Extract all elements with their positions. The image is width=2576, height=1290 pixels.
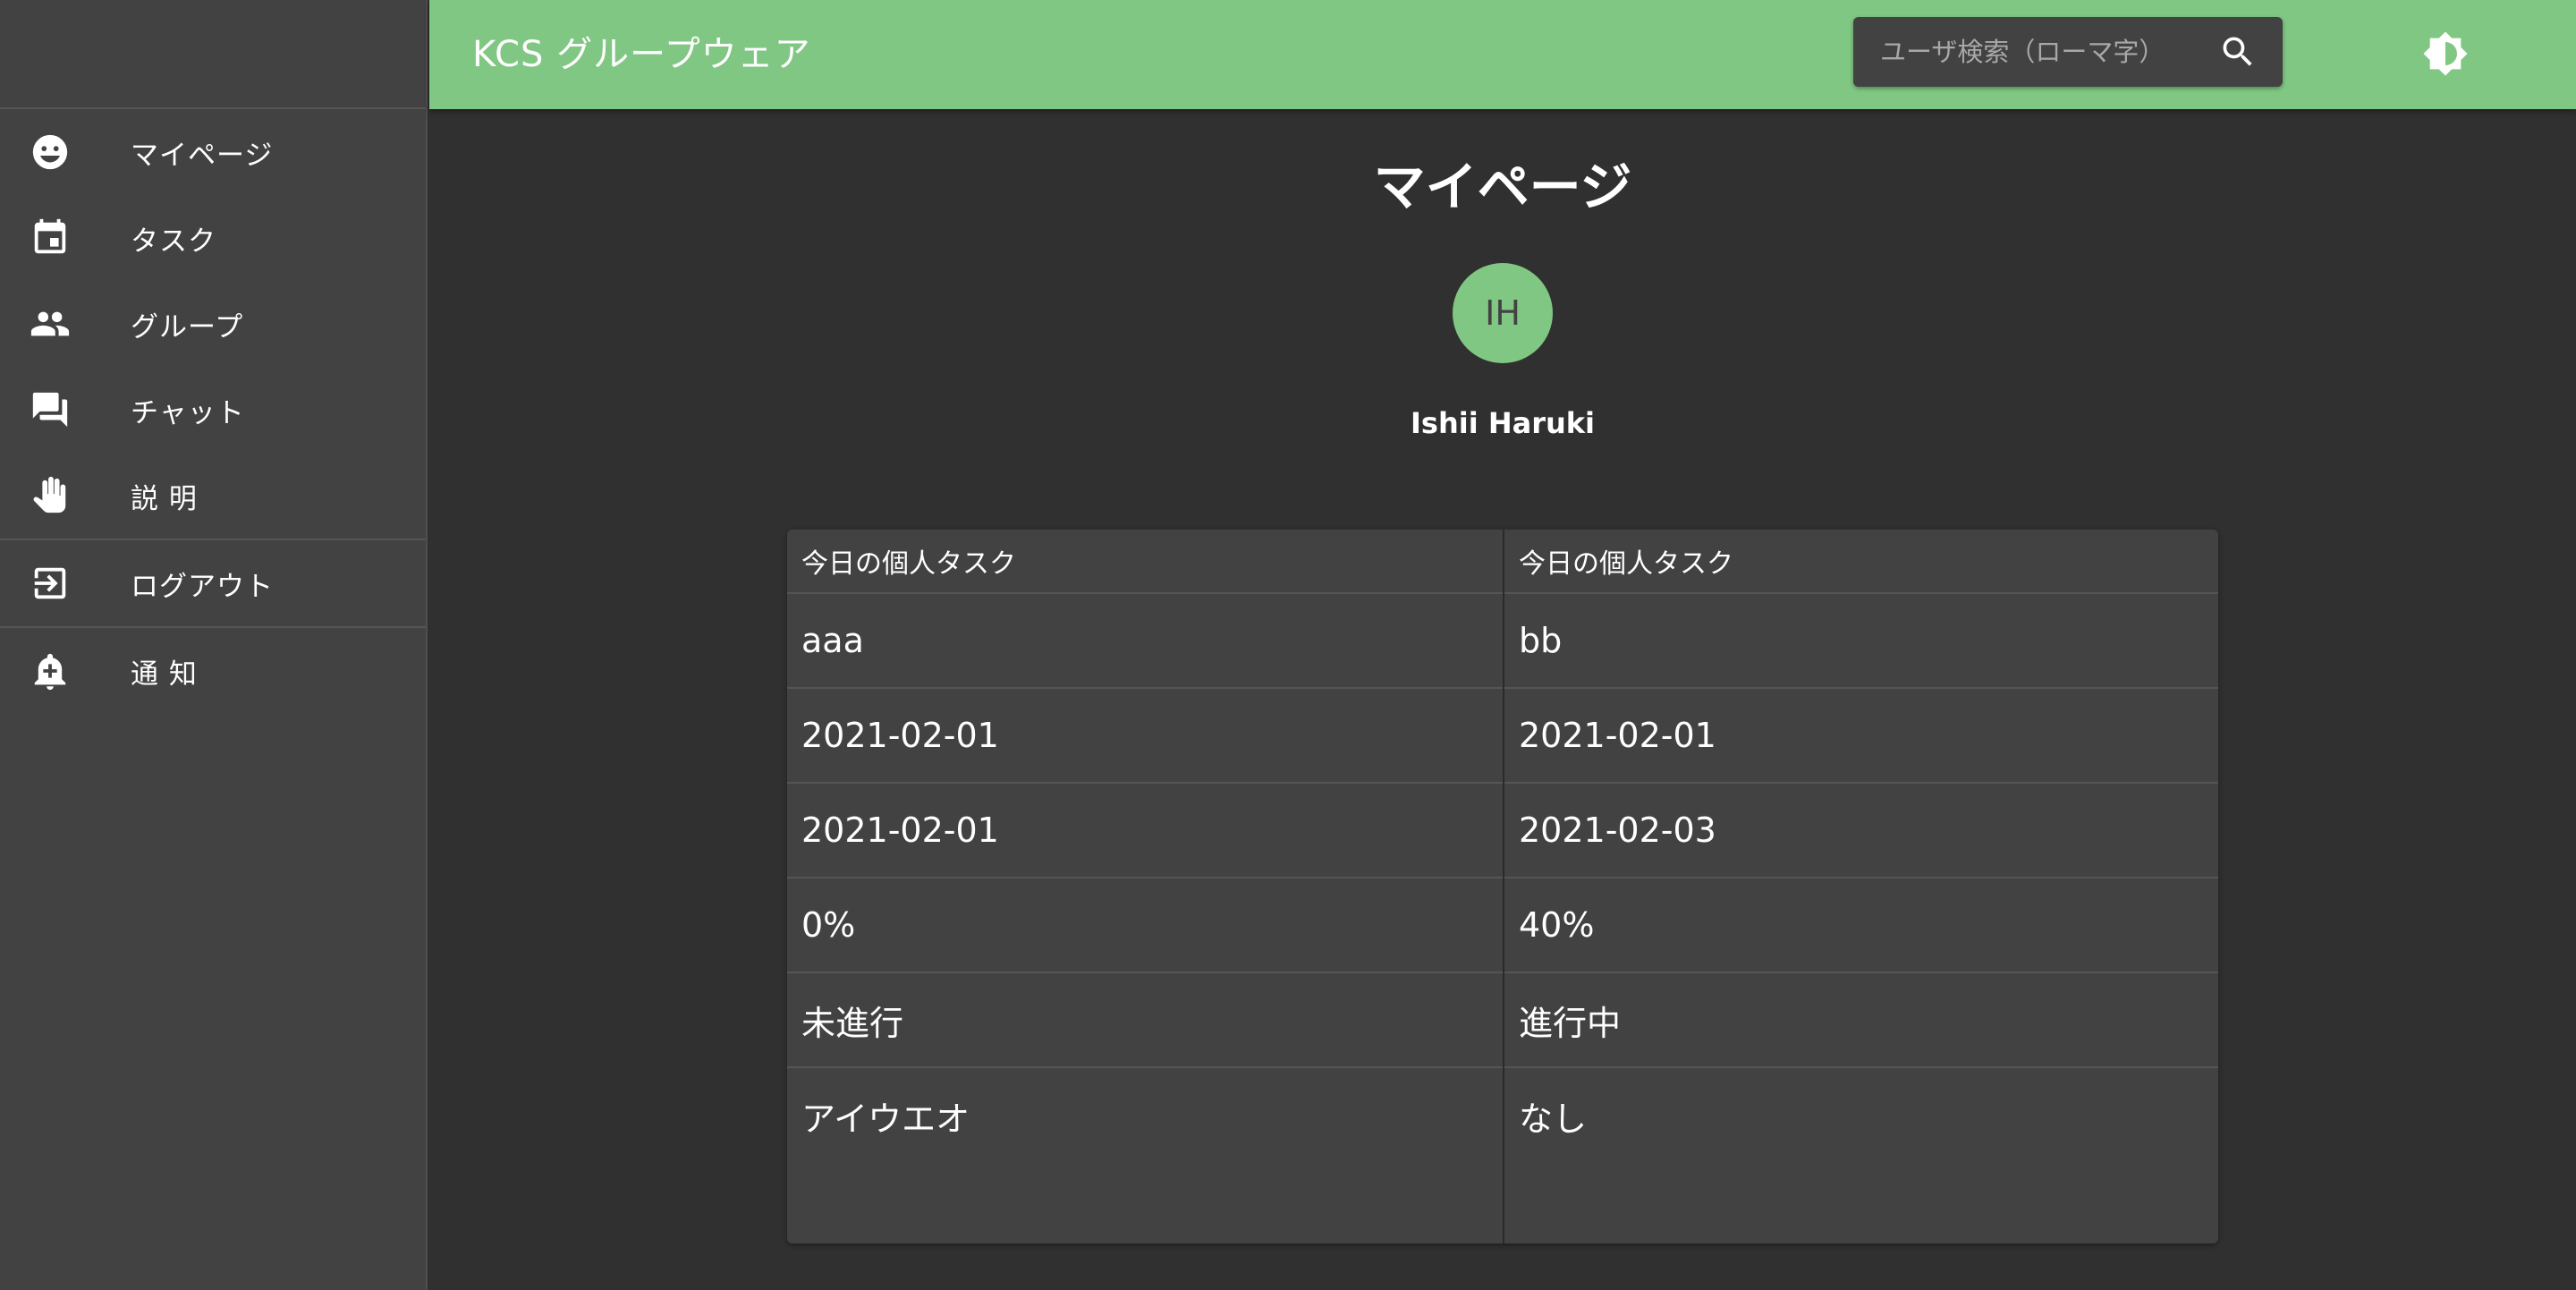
sidebar-item-notification[interactable]: 通 知	[0, 628, 426, 714]
sidebar-item-label: グループ	[131, 310, 244, 344]
task-end-date: 2021-02-03	[1504, 784, 2218, 878]
calendar-event-icon	[29, 216, 72, 259]
logout-icon	[29, 562, 72, 605]
sidebar-item-label: チャット	[131, 396, 245, 429]
today-task-table: 今日の個人タスク aaa 2021-02-01 2021-02-01 0% 未進…	[787, 530, 2218, 1243]
sidebar-item-mypage[interactable]: マイページ	[0, 109, 426, 195]
bell-plus-icon	[29, 649, 72, 692]
theme-toggle-button[interactable]	[2420, 30, 2470, 81]
sidebar-item-task[interactable]: タスク	[0, 195, 426, 281]
task-note: アイウエオ	[801, 1099, 970, 1139]
user-name: Ishii Haruki	[1411, 406, 1595, 440]
brightness-icon	[2422, 30, 2469, 81]
task-card: 今日の個人タスク aaa 2021-02-01 2021-02-01 0% 未進…	[787, 530, 1503, 1243]
search-icon[interactable]	[2218, 32, 2258, 72]
task-note: なし	[1519, 1099, 1588, 1139]
main-content: マイページ IH Ishii Haruki 今日の個人タスク aaa 2021-…	[429, 109, 2576, 1290]
task-start-date: 2021-02-01	[1504, 689, 2218, 784]
sidebar-item-group[interactable]: グループ	[0, 281, 426, 367]
task-progress: 40%	[1504, 878, 2218, 973]
task-end-date: 2021-02-01	[787, 784, 1503, 878]
sidebar-header	[0, 0, 426, 109]
people-icon	[29, 302, 72, 345]
task-start-date: 2021-02-01	[787, 689, 1503, 784]
hand-icon	[29, 474, 72, 517]
sidebar-item-label: ログアウト	[131, 570, 274, 603]
sidebar-item-label: タスク	[131, 225, 216, 258]
app-header: KCS グループウェア	[429, 0, 2576, 109]
forum-chat-icon	[29, 388, 72, 431]
sidebar-item-chat[interactable]: チャット	[0, 367, 426, 453]
smiley-face-icon	[29, 131, 72, 174]
sidebar-item-label: マイページ	[131, 139, 274, 172]
task-status: 未進行	[787, 973, 1503, 1068]
page-title: マイページ	[1373, 157, 1632, 217]
task-card: 今日の個人タスク bb 2021-02-01 2021-02-03 40% 進行…	[1503, 530, 2218, 1243]
task-title: bb	[1504, 594, 2218, 689]
sidebar-item-help[interactable]: 説 明	[0, 453, 426, 539]
task-title: aaa	[787, 594, 1503, 689]
user-search-box	[1853, 17, 2283, 87]
sidebar-item-label: 通 知	[131, 658, 198, 691]
task-card-header: 今日の個人タスク	[787, 530, 1503, 594]
task-progress: 0%	[787, 878, 1503, 973]
sidebar-item-label: 説 明	[131, 482, 198, 515]
user-search-input[interactable]	[1878, 36, 2218, 68]
task-card-header: 今日の個人タスク	[1504, 530, 2218, 594]
app-root: マイページ タスク グループ チャット 説 明 ログアウト 通 知 KCS グル…	[0, 0, 2576, 1290]
task-status: 進行中	[1504, 973, 2218, 1068]
avatar: IH	[1453, 263, 1553, 363]
app-title: KCS グループウェア	[472, 34, 811, 75]
sidebar-item-logout[interactable]: ログアウト	[0, 540, 426, 626]
sidebar: マイページ タスク グループ チャット 説 明 ログアウト 通 知	[0, 0, 428, 1290]
